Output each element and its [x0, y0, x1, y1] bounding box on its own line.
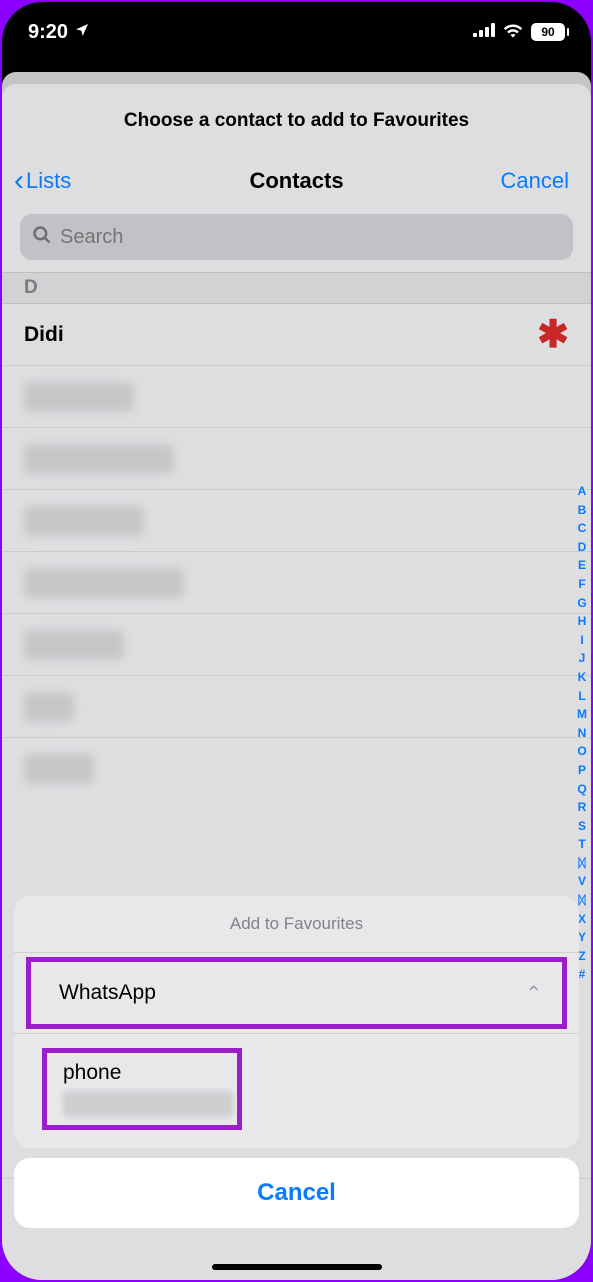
chevron-up-icon: ⌃ — [525, 981, 542, 1006]
contact-row[interactable] — [2, 490, 591, 552]
cancel-nav-button[interactable]: Cancel — [501, 168, 569, 194]
action-cancel-button[interactable]: Cancel — [14, 1158, 579, 1228]
contact-row-didi[interactable]: Didi ✱ — [2, 304, 591, 366]
back-button[interactable]: ‹ Lists — [14, 166, 71, 196]
location-icon — [74, 21, 90, 44]
wifi-icon — [503, 22, 523, 43]
phone-label: phone — [59, 1061, 121, 1085]
home-indicator[interactable] — [212, 1264, 382, 1270]
action-sheet: Add to Favourites WhatsApp ⌃ phone — [14, 896, 579, 1148]
whatsapp-label: WhatsApp — [59, 981, 156, 1005]
emergency-icon: ✱ — [537, 312, 569, 357]
back-label: Lists — [26, 168, 71, 194]
contact-row[interactable] — [2, 614, 591, 676]
action-title: Add to Favourites — [14, 896, 579, 953]
contact-row[interactable] — [2, 366, 591, 428]
sheet-title: Choose a contact to add to Favourites — [2, 84, 591, 158]
section-header: D — [2, 272, 591, 304]
battery-icon: 90 — [531, 23, 565, 41]
status-bar: 9:20 90 — [2, 2, 591, 62]
phone-option[interactable]: phone — [42, 1048, 242, 1130]
contact-row[interactable] — [2, 738, 591, 800]
contact-row[interactable] — [2, 428, 591, 490]
cellular-icon — [473, 23, 495, 42]
contact-name: Didi — [24, 323, 64, 347]
whatsapp-option[interactable]: WhatsApp ⌃ — [31, 962, 562, 1024]
contact-row[interactable] — [2, 676, 591, 738]
phone-number-blurred — [63, 1091, 233, 1117]
search-bar[interactable] — [20, 214, 573, 260]
search-icon — [32, 225, 52, 250]
contact-row[interactable] — [2, 552, 591, 614]
status-time: 9:20 — [28, 21, 68, 44]
chevron-left-icon: ‹ — [14, 166, 24, 196]
nav-title: Contacts — [249, 168, 343, 193]
search-input[interactable] — [60, 226, 561, 249]
